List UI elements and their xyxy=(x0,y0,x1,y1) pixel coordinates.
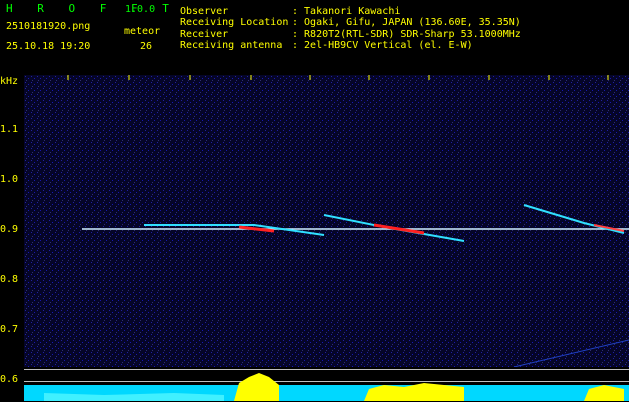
datetime: 25.10.18 19:20 xyxy=(6,41,91,52)
y-tick-1-1: 1.1 xyxy=(0,124,19,135)
location-value: : Ogaki, Gifu, JAPAN (136.60E, 35.35N) xyxy=(292,17,521,28)
receiver-key: Receiver xyxy=(180,29,229,40)
file-name: 2510181920.png xyxy=(6,21,91,32)
y-tick-0-9: 0.9 xyxy=(0,224,19,235)
app-version: 1.0.0 xyxy=(125,4,156,15)
noise-background xyxy=(24,75,629,367)
y-tick-0-7: 0.7 xyxy=(0,324,19,335)
observer-key: Observer xyxy=(180,6,229,17)
antenna-value: : 2el-HB9CV Vertical (el. E-W) xyxy=(292,40,473,51)
y-tick-0-6: 0.6 xyxy=(0,374,19,385)
location-key: Receiving Location xyxy=(180,17,289,28)
y-tick-1-0: 1.0 xyxy=(0,174,19,185)
antenna-key: Receiving antenna xyxy=(180,40,283,51)
header: H R O F F T 1.0.0 2510181920.png meteor … xyxy=(0,0,629,74)
meteor-label: meteor xyxy=(124,26,161,37)
receiver-value: : R820T2(RTL-SDR) SDR-Sharp 53.1000MHz xyxy=(292,29,521,40)
level-graph xyxy=(24,373,629,401)
unit-label: kHz xyxy=(0,76,19,87)
spectrogram xyxy=(24,75,629,367)
meteor-count: 26 xyxy=(140,41,153,52)
observer-value: : Takanori Kawachi xyxy=(292,6,401,17)
y-tick-0-8: 0.8 xyxy=(0,274,19,285)
